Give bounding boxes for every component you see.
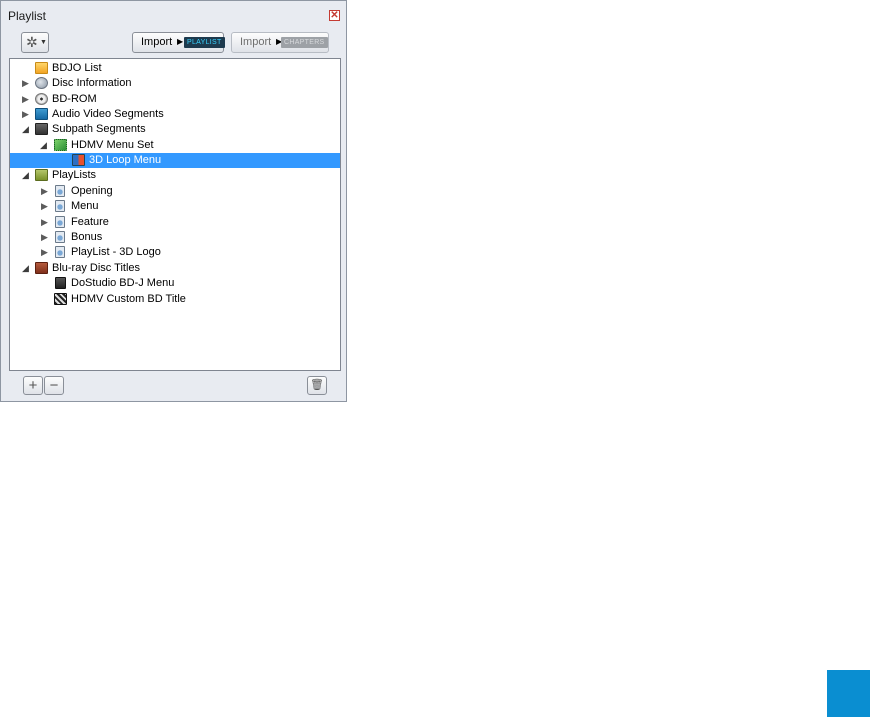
tree-item-dostudio-bdj-menu[interactable]: DoStudio BD-J Menu	[10, 276, 340, 291]
tree-item-hdmv-custom-bd-title[interactable]: HDMV Custom BD Title	[10, 292, 340, 307]
tree-item-label: Menu	[71, 200, 99, 212]
settings-menu-button[interactable]: ✲ ▼	[21, 32, 49, 53]
delete-button[interactable]: 🗑	[307, 376, 327, 395]
tree-item-disc-information[interactable]: ▶ Disc Information	[10, 76, 340, 91]
expand-arrow-icon[interactable]: ▶	[41, 216, 51, 228]
playlist-tag: PLAYLIST	[184, 37, 225, 48]
panel-title-bar: Playlist ✕	[1, 1, 346, 27]
tree-item-label: DoStudio BD-J Menu	[71, 277, 175, 289]
collapse-arrow-icon[interactable]: ◢	[22, 262, 32, 274]
expand-arrow-icon[interactable]: ▶	[41, 185, 51, 197]
tree-item-label: Blu-ray Disc Titles	[52, 262, 141, 274]
tree-item-label: HDMV Menu Set	[71, 139, 154, 151]
clapper-icon	[54, 293, 67, 305]
expand-arrow-icon[interactable]: ▶	[22, 93, 32, 105]
tree-item-label: Subpath Segments	[52, 123, 146, 135]
chevron-down-icon: ▼	[40, 39, 47, 46]
playlist-icon	[55, 200, 65, 212]
folder-brown-icon	[35, 262, 48, 274]
arrow-right-icon: ▶	[177, 37, 184, 46]
tree-item-bdjo-list[interactable]: BDJO List	[10, 61, 340, 76]
playlist-icon	[55, 246, 65, 258]
collapse-arrow-icon[interactable]: ◢	[22, 169, 32, 181]
tree-item-bd-rom[interactable]: ▶ BD-ROM	[10, 92, 340, 107]
close-icon[interactable]: ✕	[329, 10, 340, 21]
folder-yellow-icon	[35, 62, 48, 74]
expand-arrow-icon[interactable]: ▶	[22, 108, 32, 120]
panel-title: Playlist	[8, 9, 47, 23]
minus-icon: −	[49, 377, 59, 394]
tree-item-label: PlayLists	[52, 169, 97, 181]
disc-icon	[35, 93, 48, 105]
tree-item-label: PlayList - 3D Logo	[71, 246, 161, 258]
import-chapters-button[interactable]: Import ▶ CHAPTERS	[231, 32, 329, 53]
expand-arrow-icon[interactable]: ▶	[41, 200, 51, 212]
expand-arrow-icon[interactable]: ▶	[41, 246, 51, 258]
add-button[interactable]: +	[23, 376, 43, 395]
tree-item-label: Feature	[71, 216, 109, 228]
tree-item-feature[interactable]: ▶ Feature	[10, 215, 340, 230]
remove-button[interactable]: −	[44, 376, 64, 395]
tree-item-3d-loop-menu[interactable]: 3D Loop Menu	[10, 153, 340, 168]
import-playlist-label: Import	[141, 36, 173, 48]
playlist-icon	[55, 216, 65, 228]
bdj-title-icon	[55, 277, 66, 289]
playlist-tree[interactable]: BDJO List ▶ Disc Information ▶ BD-ROM ▶ …	[9, 58, 341, 371]
tree-item-subpath-segments[interactable]: ◢ Subpath Segments	[10, 122, 340, 137]
tree-item-bonus[interactable]: ▶ Bonus	[10, 230, 340, 245]
playlist-icon	[55, 185, 65, 197]
tree-item-label: Opening	[71, 185, 113, 197]
tree-item-label: Audio Video Segments	[52, 108, 164, 120]
import-chapters-label: Import	[240, 36, 272, 48]
folder-dark-icon	[35, 123, 48, 135]
tree-item-label: BDJO List	[52, 62, 102, 74]
tree-item-menu[interactable]: ▶ Menu	[10, 199, 340, 214]
loop-menu-icon	[72, 154, 85, 166]
expand-arrow-icon[interactable]: ▶	[41, 231, 51, 243]
disc-info-icon	[35, 77, 48, 89]
tree-item-label: BD-ROM	[52, 93, 97, 105]
tree-item-playlist-3d-logo[interactable]: ▶ PlayList - 3D Logo	[10, 245, 340, 260]
import-playlist-button[interactable]: Import ▶ PLAYLIST	[132, 32, 225, 53]
folder-blue-icon	[35, 108, 48, 120]
panel-bottom-bar: + − 🗑	[1, 373, 346, 401]
gear-icon: ✲	[26, 34, 38, 50]
tree-item-label: 3D Loop Menu	[89, 154, 162, 166]
collapse-arrow-icon[interactable]: ◢	[40, 139, 50, 151]
playlist-icon	[55, 231, 65, 243]
playlist-panel: Playlist ✕ ✲ ▼ Import ▶ PLAYLIST Import …	[0, 0, 347, 402]
tree-item-label: Disc Information	[52, 77, 132, 89]
menu-set-icon	[54, 139, 67, 151]
tree-item-blu-ray-disc-titles[interactable]: ◢ Blu-ray Disc Titles	[10, 261, 340, 276]
tree-item-opening[interactable]: ▶ Opening	[10, 184, 340, 199]
tree-item-hdmv-menu-set[interactable]: ◢ HDMV Menu Set	[10, 138, 340, 153]
collapse-arrow-icon[interactable]: ◢	[22, 123, 32, 135]
chapters-tag: CHAPTERS	[281, 37, 328, 48]
tree-item-audio-video-segments[interactable]: ▶ Audio Video Segments	[10, 107, 340, 122]
panel-toolbar: ✲ ▼ Import ▶ PLAYLIST Import ▶ CHAPTERS	[1, 27, 346, 57]
expand-arrow-icon[interactable]: ▶	[22, 77, 32, 89]
accent-square	[827, 670, 870, 717]
tree-item-playlists[interactable]: ◢ PlayLists	[10, 168, 340, 183]
trash-icon: 🗑	[310, 379, 324, 391]
plus-icon: +	[28, 377, 38, 394]
folder-olive-icon	[35, 169, 48, 181]
tree-item-label: Bonus	[71, 231, 103, 243]
tree-item-label: HDMV Custom BD Title	[71, 293, 186, 305]
